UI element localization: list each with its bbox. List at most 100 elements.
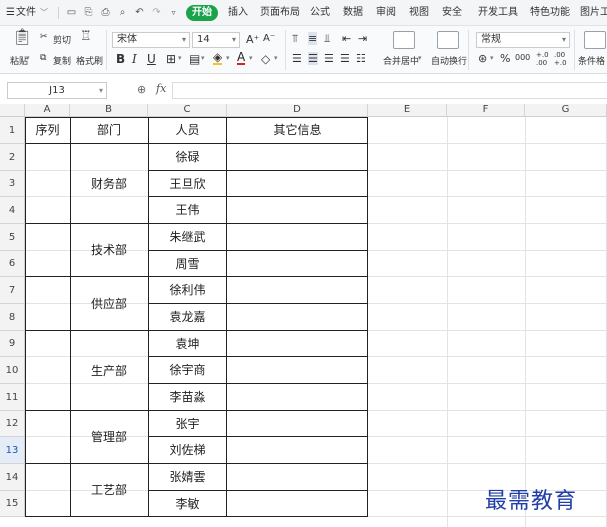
paste-icon[interactable]: 📋︎ [12, 29, 32, 45]
person-cell[interactable]: 徐宇商 [148, 357, 227, 384]
merge-center-icon[interactable] [393, 31, 415, 49]
spreadsheet-grid[interactable]: A B C D E F G 1 2 3 4 5 6 7 8 9 10 11 12… [0, 104, 607, 527]
column-header-b[interactable]: B [70, 104, 148, 117]
number-format-select[interactable]: 常规 ▾ [476, 32, 570, 48]
align-right-icon[interactable]: ☰ [324, 52, 334, 65]
chevron-down-icon[interactable]: ﹀ [40, 0, 48, 26]
name-box[interactable]: J13 ▾ [7, 82, 107, 99]
chevron-down-icon[interactable]: ▾ [249, 54, 253, 62]
conditional-format-button[interactable]: 条件格 [578, 54, 605, 67]
thousands-button[interactable]: 000 [515, 53, 530, 62]
menu-icon[interactable]: ☰ [6, 0, 15, 26]
dept-cell[interactable]: 财务部 [70, 144, 148, 224]
italic-button[interactable]: I [132, 52, 137, 66]
tab-data[interactable]: 数据 [343, 0, 363, 26]
percent-button[interactable]: % [500, 52, 510, 65]
row-header-10[interactable]: 10 [0, 357, 25, 384]
person-cell[interactable]: 王伟 [148, 197, 227, 224]
formula-input[interactable] [172, 82, 607, 99]
export-icon[interactable]: ⎘ [83, 7, 94, 18]
chevron-down-icon[interactable]: ▾ [418, 54, 422, 62]
tab-developer[interactable]: 开发工具 [478, 0, 518, 26]
dept-cell[interactable]: 管理部 [70, 411, 148, 464]
border-icon[interactable]: ⊞ [166, 52, 176, 66]
header-cell-other[interactable]: 其它信息 [227, 117, 368, 144]
font-grow-button[interactable]: A⁺ [246, 33, 259, 46]
cut-icon[interactable]: ✂ [40, 32, 48, 42]
row-header-15[interactable]: 15 [0, 491, 25, 517]
person-cell[interactable]: 袁龙嘉 [148, 304, 227, 331]
copy-icon[interactable]: ⧉ [40, 53, 46, 63]
save-icon[interactable]: ▭ [66, 7, 77, 18]
column-header-g[interactable]: G [525, 104, 607, 117]
row-header-13[interactable]: 13 [0, 437, 25, 464]
print-preview-icon[interactable]: ⌕ [117, 7, 128, 18]
tab-page-layout[interactable]: 页面布局 [260, 0, 300, 26]
tab-review[interactable]: 审阅 [376, 0, 396, 26]
row-header-4[interactable]: 4 [0, 197, 25, 224]
fill-color-icon[interactable]: ◈ [213, 51, 223, 65]
person-cell[interactable]: 袁坤 [148, 331, 227, 357]
header-cell-dept[interactable]: 部门 [70, 117, 148, 144]
indent-increase-icon[interactable]: ⇥ [358, 32, 367, 45]
customize-icon[interactable]: ▿ [168, 7, 179, 18]
row-header-7[interactable]: 7 [0, 277, 25, 304]
wrap-text-icon[interactable] [437, 31, 459, 49]
increase-decimal-button[interactable]: +.0 .00 [536, 51, 549, 67]
dept-cell[interactable]: 工艺部 [70, 464, 148, 517]
row-header-1[interactable]: 1 [0, 117, 25, 144]
person-cell[interactable]: 刘佐梯 [148, 437, 227, 464]
format-painter-icon[interactable]: ♖ [80, 30, 92, 44]
align-bottom-icon[interactable]: ⫫ [324, 32, 330, 46]
column-header-c[interactable]: C [148, 104, 227, 117]
conditional-format-icon[interactable] [584, 31, 606, 49]
row-header-8[interactable]: 8 [0, 304, 25, 331]
row-header-6[interactable]: 6 [0, 251, 25, 277]
justify-icon[interactable]: ☰ [340, 52, 350, 65]
person-cell[interactable]: 王旦欣 [148, 171, 227, 197]
redo-icon[interactable]: ↷ [151, 7, 162, 18]
chevron-down-icon[interactable]: ▾ [178, 54, 182, 62]
tab-formula[interactable]: 公式 [310, 0, 330, 26]
clear-format-icon[interactable]: ◇ [261, 52, 270, 66]
person-cell[interactable]: 张婧雲 [148, 464, 227, 491]
format-painter-button[interactable]: 格式刷 [76, 54, 103, 67]
cell-style-icon[interactable]: ▤ [189, 52, 200, 66]
dept-cell[interactable]: 供应部 [70, 277, 148, 331]
column-header-d[interactable]: D [227, 104, 368, 117]
row-header-5[interactable]: 5 [0, 224, 25, 251]
tab-picture-tools[interactable]: 图片工 [580, 0, 607, 26]
underline-button[interactable]: U [147, 52, 156, 66]
header-cell-seq[interactable]: 序列 [25, 117, 70, 144]
person-cell[interactable]: 李苗淼 [148, 384, 227, 411]
row-header-9[interactable]: 9 [0, 331, 25, 357]
person-cell[interactable]: 徐利伟 [148, 277, 227, 304]
fx-icon[interactable]: fx [156, 82, 166, 95]
font-size-select[interactable]: 14 ▾ [192, 32, 240, 48]
chevron-down-icon[interactable]: ▾ [274, 54, 278, 62]
print-icon[interactable]: ⎙ [100, 7, 111, 18]
tab-view[interactable]: 视图 [409, 0, 429, 26]
row-header-14[interactable]: 14 [0, 464, 25, 491]
tab-security[interactable]: 安全 [442, 0, 462, 26]
bold-button[interactable]: B [116, 52, 125, 66]
row-header-2[interactable]: 2 [0, 144, 25, 171]
row-header-12[interactable]: 12 [0, 411, 25, 437]
person-cell[interactable]: 李敏 [148, 491, 227, 517]
font-color-icon[interactable]: A [237, 51, 246, 65]
select-all-corner[interactable] [0, 104, 25, 117]
decrease-decimal-button[interactable]: .00 +.0 [554, 51, 567, 67]
wrap-text-button[interactable]: 自动换行 [431, 54, 467, 67]
currency-icon[interactable]: ⊛ [478, 52, 487, 65]
tab-start[interactable]: 开始 [186, 5, 218, 21]
font-name-select[interactable]: 宋体 ▾ [112, 32, 190, 48]
chevron-down-icon[interactable]: ▾ [490, 54, 494, 62]
tab-features[interactable]: 特色功能 [530, 0, 570, 26]
row-header-11[interactable]: 11 [0, 384, 25, 411]
merge-center-button[interactable]: 合并居中 [383, 54, 419, 67]
copy-button[interactable]: 复制 [53, 54, 71, 67]
tab-insert[interactable]: 插入 [228, 0, 248, 26]
align-top-icon[interactable]: ⫪ [292, 32, 298, 46]
person-cell[interactable]: 徐碌 [148, 144, 227, 171]
row-header-3[interactable]: 3 [0, 171, 25, 197]
